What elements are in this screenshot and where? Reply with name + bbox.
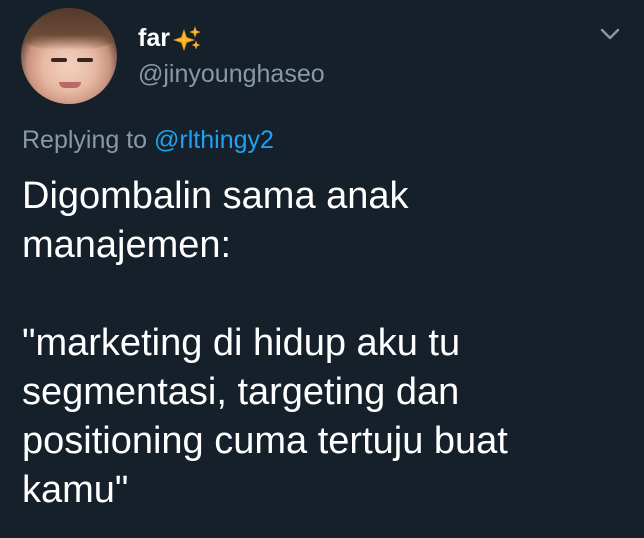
avatar[interactable] xyxy=(21,8,117,104)
sparkles-icon xyxy=(172,25,201,51)
author-name-row[interactable]: far xyxy=(138,24,202,53)
avatar-mouth xyxy=(59,82,81,88)
avatar-hair xyxy=(21,8,117,50)
author-display-name[interactable]: far xyxy=(138,24,170,53)
replying-to-label: Replying to xyxy=(22,126,155,154)
author-handle[interactable]: @jinyounghaseo xyxy=(138,60,325,89)
reply-mention-link[interactable]: @rlthingy2 xyxy=(154,126,274,154)
avatar-right-eye xyxy=(77,58,93,62)
tweet-text: Digombalin sama anak manajemen: "marketi… xyxy=(22,175,508,511)
tweet-card: far @jinyounghaseo Replying to @rlthingy… xyxy=(0,0,644,538)
replying-to-line: Replying to @rlthingy2 xyxy=(22,126,274,155)
chevron-down-icon[interactable] xyxy=(599,25,621,43)
avatar-left-eye xyxy=(51,58,67,62)
